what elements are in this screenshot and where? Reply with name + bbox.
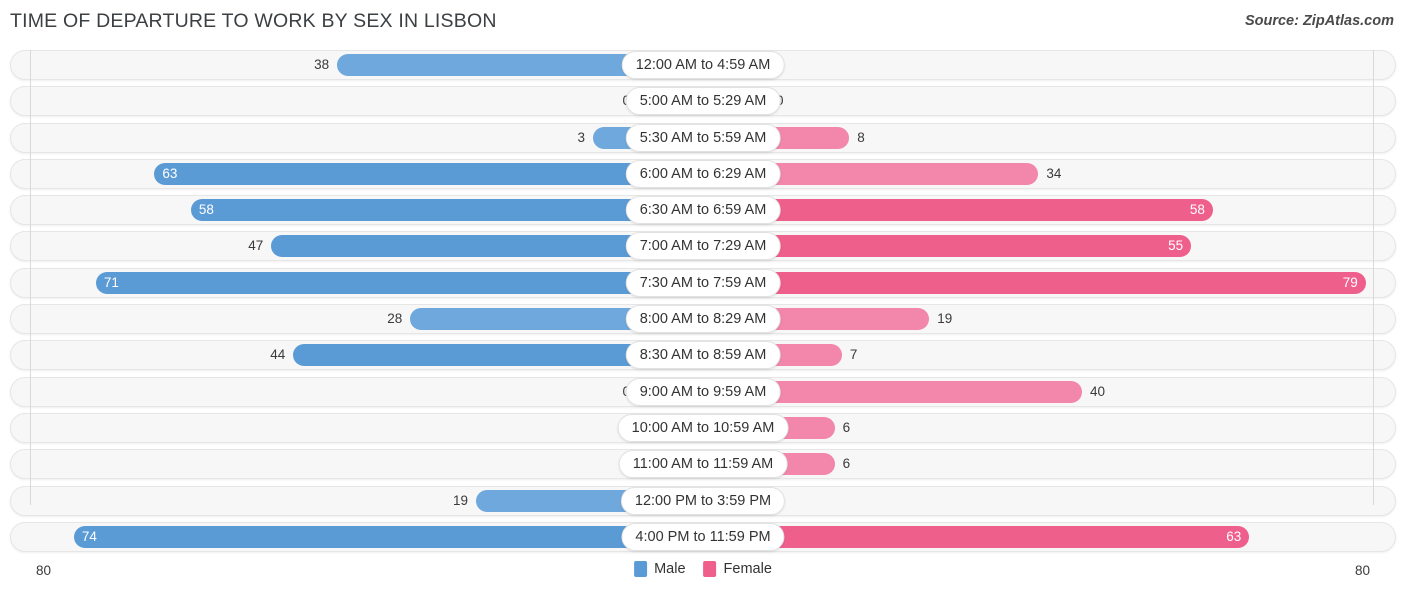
bar-value-female: 8 — [857, 129, 865, 145]
category-label: 8:30 AM to 8:59 AM — [625, 341, 781, 370]
bar-value-female: 6 — [842, 456, 851, 472]
bar-value-male: 74 — [81, 528, 97, 544]
bar-row: 58 58 6:30 AM to 6:59 AM — [0, 195, 1406, 226]
bar-row: 44 7 8:30 AM to 8:59 AM — [0, 340, 1406, 371]
bar-row: 28 19 8:00 AM to 8:29 AM — [0, 304, 1406, 335]
bar-row: 005:00 AM to 5:29 AM — [0, 86, 1406, 117]
legend-item-male[interactable]: Male — [634, 561, 686, 577]
axis-max-left: 80 — [36, 563, 52, 578]
bar-value-female: 79 — [1342, 274, 1358, 290]
bar-row: 0610:00 AM to 10:59 AM — [0, 412, 1406, 443]
bar-row: 19012:00 PM to 3:59 PM — [0, 485, 1406, 516]
bar-value-male: 47 — [248, 238, 264, 254]
bar-row: 74 63 4:00 PM to 11:59 PM — [0, 521, 1406, 552]
bar-value-male: 63 — [162, 165, 178, 181]
bar-male[interactable] — [154, 162, 703, 185]
category-label: 10:00 AM to 10:59 AM — [617, 413, 789, 442]
category-label: 12:00 PM to 3:59 PM — [620, 486, 786, 515]
legend-swatch-female-icon — [703, 561, 717, 577]
axis-max-right: 80 — [1354, 563, 1370, 578]
bar-value-male: 3 — [577, 129, 586, 145]
bar-row: 0 40 9:00 AM to 9:59 AM — [0, 376, 1406, 407]
bar-male[interactable] — [95, 271, 703, 294]
category-label: 4:00 PM to 11:59 PM — [621, 522, 785, 551]
bar-value-female: 58 — [1189, 202, 1205, 218]
bar-value-male: 19 — [453, 492, 469, 508]
bar-row: 3 8 5:30 AM to 5:59 AM — [0, 122, 1406, 153]
page-title: TIME OF DEPARTURE TO WORK BY SEX IN LISB… — [10, 10, 497, 32]
chart-plot-area: 38012:00 AM to 4:59 AM005:00 AM to 5:29 … — [0, 44, 1406, 552]
bar-row: 0611:00 AM to 11:59 AM — [0, 449, 1406, 480]
bar-female[interactable] — [703, 525, 1250, 548]
category-label: 7:00 AM to 7:29 AM — [625, 232, 781, 261]
bar-value-male: 28 — [387, 311, 403, 327]
chart-header: TIME OF DEPARTURE TO WORK BY SEX IN LISB… — [0, 0, 1406, 44]
bar-value-male: 0 — [592, 381, 630, 403]
chart-footer: 80 Male Female 80 — [0, 559, 1406, 587]
bar-value-female: 63 — [1226, 528, 1242, 544]
bar-row: 38012:00 AM to 4:59 AM — [0, 50, 1406, 80]
bar-male[interactable] — [73, 525, 703, 548]
bar-value-female: 55 — [1168, 238, 1184, 254]
bar-value-male: 71 — [103, 274, 119, 290]
source-attribution: Source: ZipAtlas.com — [1244, 13, 1394, 29]
bar-value-male: 44 — [270, 347, 286, 363]
bar-rows-container: 38012:00 AM to 4:59 AM005:00 AM to 5:29 … — [0, 44, 1406, 552]
category-label: 7:30 AM to 7:59 AM — [625, 268, 781, 297]
category-label: 12:00 AM to 4:59 AM — [621, 51, 785, 79]
bar-row: 47 55 7:00 AM to 7:29 AM — [0, 231, 1406, 262]
legend-label-female: Female — [723, 561, 772, 577]
category-label: 6:30 AM to 6:59 AM — [625, 196, 781, 225]
bar-value-male: 0 — [592, 90, 630, 112]
legend-swatch-male-icon — [634, 561, 648, 577]
chart-legend: Male Female — [634, 561, 772, 577]
bar-value-male: 58 — [198, 202, 214, 218]
legend-item-female[interactable]: Female — [703, 561, 772, 577]
bar-value-female: 19 — [937, 311, 953, 327]
bar-value-female: 6 — [842, 419, 851, 435]
category-label: 11:00 AM to 11:59 AM — [618, 450, 788, 479]
legend-label-male: Male — [654, 561, 686, 577]
bar-value-female: 40 — [1090, 383, 1106, 399]
bar-row: 63 34 6:00 AM to 6:29 AM — [0, 158, 1406, 189]
category-label: 6:00 AM to 6:29 AM — [625, 159, 781, 188]
bar-value-male: 38 — [314, 57, 330, 72]
bar-row: 71 79 7:30 AM to 7:59 AM — [0, 267, 1406, 298]
bar-female[interactable] — [703, 271, 1366, 294]
category-label: 9:00 AM to 9:59 AM — [625, 377, 781, 406]
bar-value-female: 34 — [1046, 165, 1062, 181]
category-label: 5:30 AM to 5:59 AM — [625, 123, 781, 152]
bar-value-female: 7 — [849, 347, 858, 363]
category-label: 8:00 AM to 8:29 AM — [625, 305, 781, 334]
category-label: 5:00 AM to 5:29 AM — [625, 87, 781, 116]
